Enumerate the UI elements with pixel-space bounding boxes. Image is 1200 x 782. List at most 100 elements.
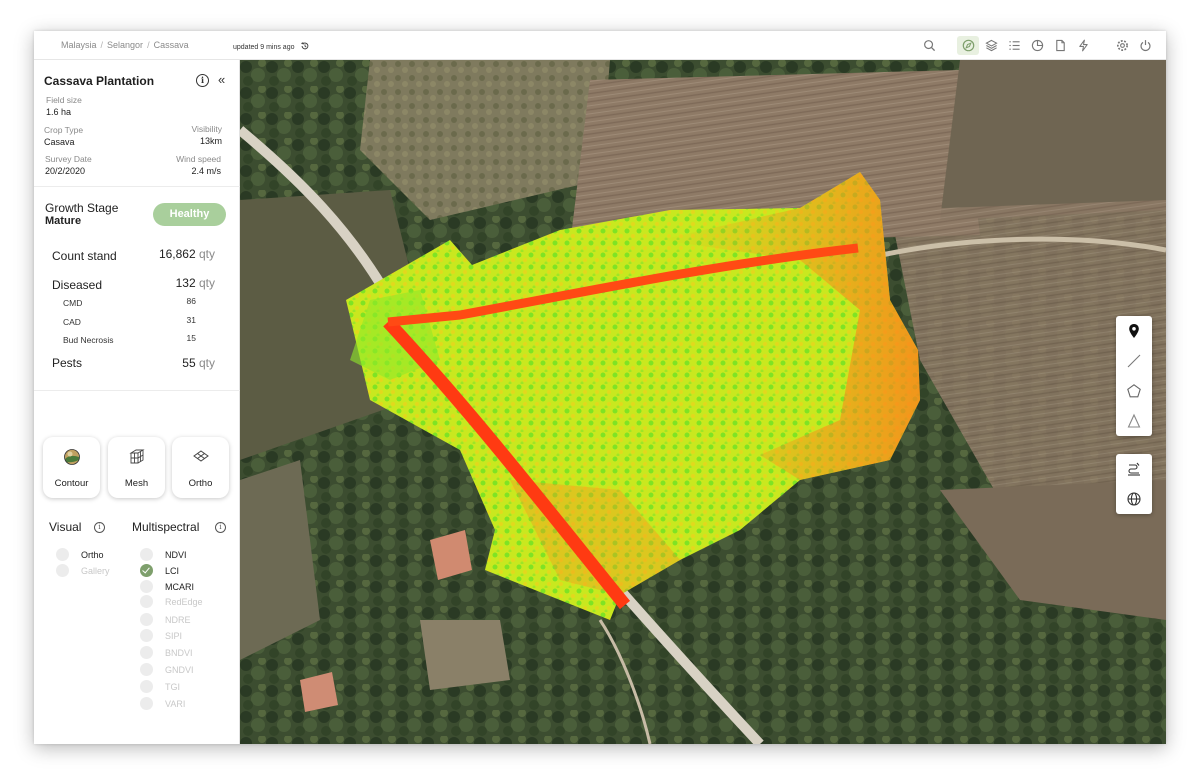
ms-option-ndvi[interactable]: NDVI [140, 547, 187, 562]
field-size-value: 1.6 ha [46, 107, 72, 117]
pests-number: 55 [182, 356, 196, 370]
diseased-unit: qty [198, 276, 215, 290]
radio-button[interactable] [56, 548, 69, 561]
ms-option-ndre[interactable]: NDRE [140, 612, 191, 627]
mesh-button[interactable]: Mesh [108, 437, 165, 498]
sidebar: Cassava Plantation i « Field size 1.6 ha… [34, 60, 240, 744]
breadcrumb-state[interactable]: Selangor [107, 40, 143, 50]
ms-option-bndvi[interactable]: BNDVI [140, 645, 193, 660]
wind-speed-value: 2.4 m/s [191, 166, 221, 176]
ortho-button[interactable]: Ortho [172, 437, 229, 498]
ms-option-tgi[interactable]: TGI [140, 679, 180, 694]
radio-button[interactable] [56, 564, 69, 577]
satellite-map[interactable] [240, 60, 1166, 744]
ms-option-gndvi[interactable]: GNDVI [140, 662, 194, 677]
disease-item-value: 86 [186, 296, 196, 306]
radio-button[interactable] [140, 548, 153, 561]
growth-stage-label: Growth Stage [45, 201, 119, 215]
map-canvas [240, 60, 1166, 744]
collapse-sidebar-icon[interactable]: « [218, 72, 225, 87]
radio-button[interactable] [140, 663, 153, 676]
visual-heading: Visual [49, 520, 82, 534]
triangle-icon[interactable] [1116, 406, 1152, 436]
contour-label: Contour [54, 478, 89, 489]
radio-button[interactable] [140, 646, 153, 659]
diseased-number: 132 [175, 276, 196, 290]
visual-info-icon[interactable]: i [94, 522, 105, 533]
power-icon[interactable] [1134, 36, 1156, 55]
terrain-icon[interactable] [1116, 454, 1152, 484]
visual-option-gallery[interactable]: Gallery [56, 563, 110, 578]
breadcrumb: Malaysia / Selangor / Cassava [61, 40, 189, 50]
option-label: BNDVI [165, 647, 193, 658]
crop-type-label: Crop Type [44, 125, 84, 135]
globe-icon[interactable] [1116, 484, 1152, 514]
top-toolbar [917, 36, 1156, 55]
mesh-label: Mesh [124, 478, 149, 489]
option-label: NDRE [165, 614, 191, 625]
radio-button-checked[interactable] [140, 564, 153, 577]
visibility-label: Visibility [191, 124, 222, 134]
layers-icon[interactable] [980, 36, 1002, 55]
list-icon[interactable] [1003, 36, 1025, 55]
multispectral-info-icon[interactable]: i [215, 522, 226, 533]
option-label: TGI [165, 681, 180, 692]
pests-label: Pests [52, 356, 83, 370]
option-label: SIPI [165, 630, 183, 641]
count-stand-number: 16,862 [158, 247, 196, 261]
radio-button[interactable] [140, 697, 153, 710]
contour-button[interactable]: Contour [43, 437, 100, 498]
draw-tools [1116, 316, 1152, 436]
disease-item-label: CMD [63, 298, 83, 308]
divider [34, 390, 240, 391]
visual-option-ortho[interactable]: Ortho [56, 547, 104, 562]
option-label: Ortho [81, 549, 104, 560]
breadcrumb-country[interactable]: Malaysia [61, 40, 97, 50]
line-icon[interactable] [1116, 346, 1152, 376]
option-label: Gallery [81, 565, 110, 576]
ortho-layers-icon [192, 448, 210, 466]
option-label: MCARI [165, 581, 194, 592]
settings-icon[interactable] [1111, 36, 1133, 55]
disease-item-label: CAD [63, 317, 81, 327]
visibility-value: 13km [199, 136, 222, 146]
ms-option-rededge[interactable]: RedEdge [140, 594, 203, 609]
polygon-icon[interactable] [1116, 376, 1152, 406]
ms-option-vari[interactable]: VARI [140, 696, 185, 711]
info-icon[interactable]: i [196, 74, 209, 87]
radio-button[interactable] [140, 680, 153, 693]
field-size-label: Field size [46, 95, 82, 105]
cube-mesh-icon [128, 448, 146, 466]
option-label: NDVI [165, 549, 187, 560]
growth-stage-value: Mature [45, 215, 82, 227]
ortho-label: Ortho [188, 478, 213, 489]
radio-button[interactable] [140, 629, 153, 642]
search-icon[interactable] [918, 36, 940, 55]
view-tools [1116, 454, 1152, 514]
app-window: Malaysia / Selangor / Cassava updated 9 … [34, 31, 1166, 744]
diseased-label: Diseased [52, 278, 103, 292]
radio-button[interactable] [140, 595, 153, 608]
ms-option-mcari[interactable]: MCARI [140, 579, 194, 594]
pie-chart-icon[interactable] [1026, 36, 1048, 55]
history-icon[interactable] [300, 41, 310, 53]
wind-speed-label: Wind speed [176, 154, 221, 164]
document-icon[interactable] [1049, 36, 1071, 55]
breadcrumb-crop[interactable]: Cassava [154, 40, 189, 50]
compass-icon[interactable] [957, 36, 979, 55]
ms-option-sipi[interactable]: SIPI [140, 628, 182, 643]
disease-item-value: 15 [186, 333, 196, 343]
option-label: VARI [165, 698, 186, 709]
updated-text: updated 9 mins ago [233, 43, 295, 51]
marker-icon[interactable] [1116, 316, 1152, 346]
divider [34, 186, 240, 187]
count-stand-unit: qty [198, 247, 215, 261]
radio-button[interactable] [140, 613, 153, 626]
survey-date-value: 20/2/2020 [45, 166, 86, 176]
multispectral-heading: Multispectral [132, 520, 200, 534]
ms-option-lci[interactable]: LCI [140, 563, 179, 578]
last-updated: updated 9 mins ago [233, 41, 310, 53]
radio-button[interactable] [140, 580, 153, 593]
lightning-icon[interactable] [1072, 36, 1094, 55]
breadcrumb-separator: / [147, 40, 150, 50]
